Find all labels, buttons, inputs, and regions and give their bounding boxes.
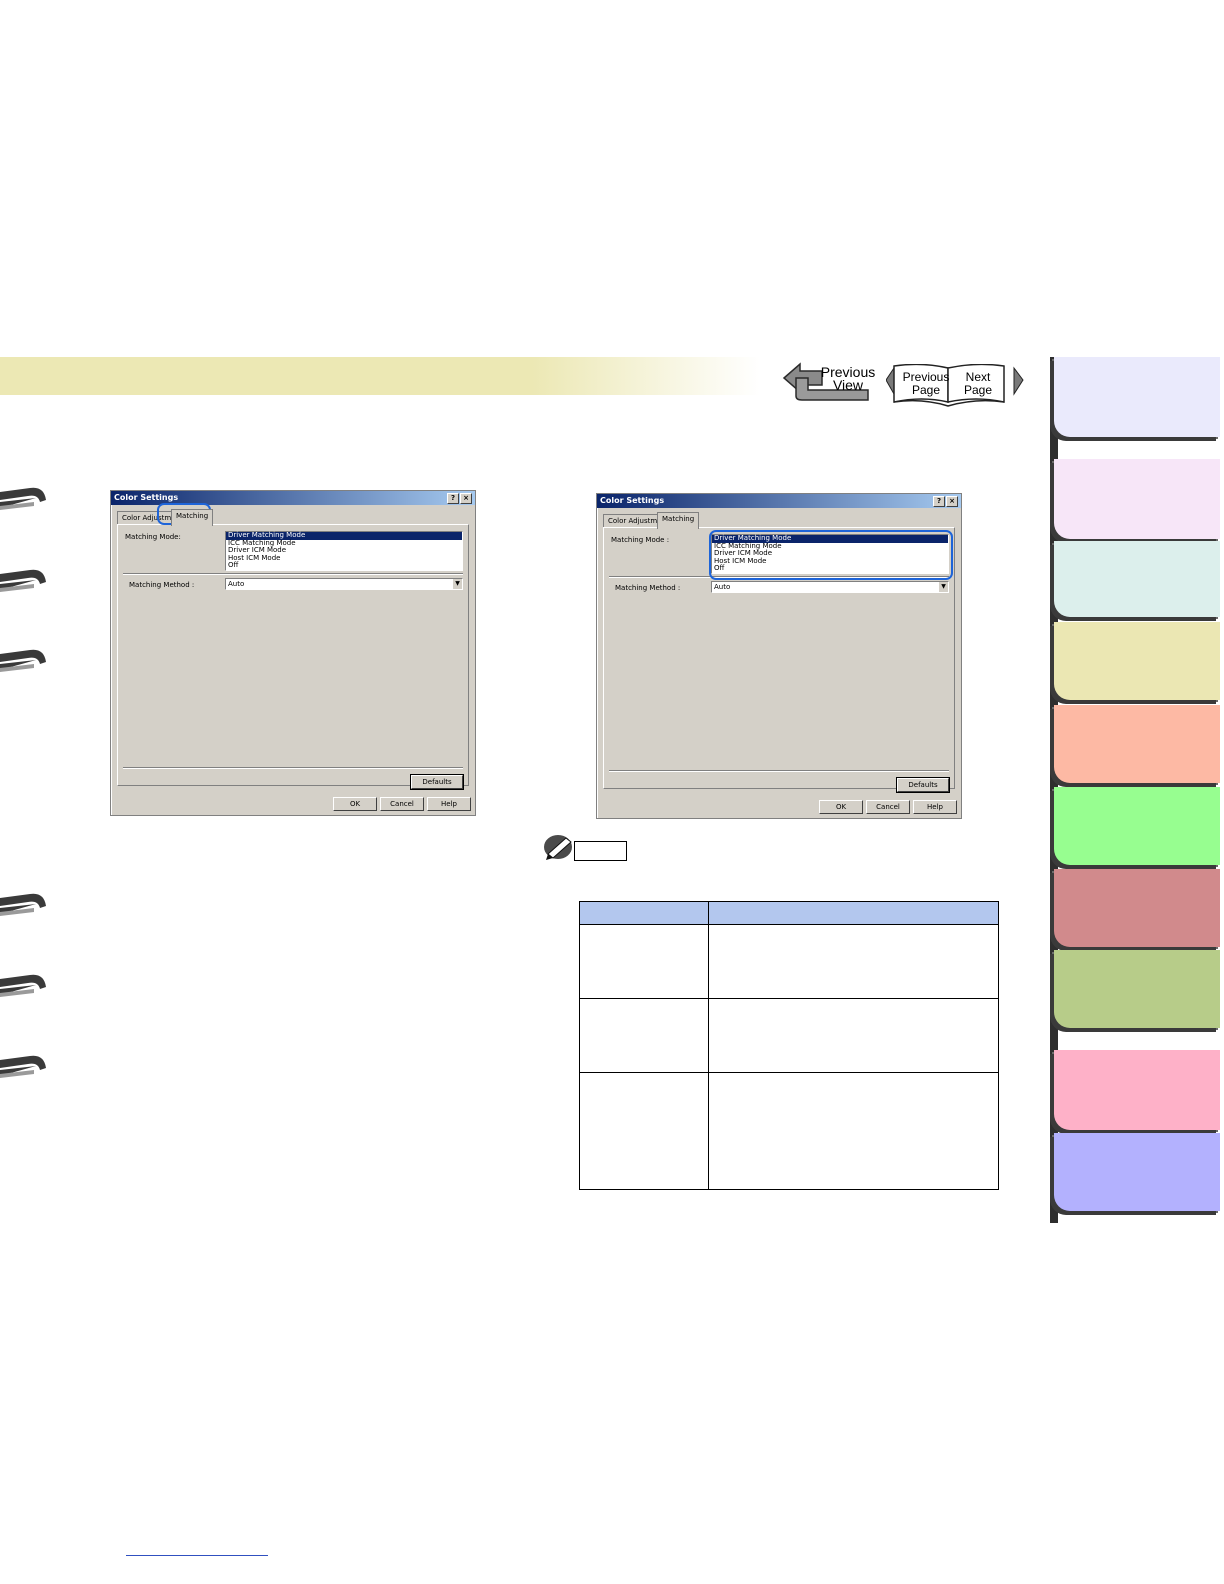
info-table [579,901,999,1190]
table-row [579,998,999,1073]
table-cell [708,924,999,999]
matching-method-value: Auto [714,583,731,591]
help-button[interactable]: Help [427,797,471,811]
matching-mode-label: Matching Mode: [125,533,181,541]
matching-mode-highlight [709,530,953,580]
matching-method-label: Matching Method : [615,584,681,592]
margin-tab-6[interactable] [0,1048,50,1088]
dialog-title: Color Settings [114,493,179,502]
chevron-down-icon[interactable]: ▼ [453,579,462,589]
side-tab-2[interactable] [1054,459,1220,539]
side-tab-3[interactable] [1054,541,1220,617]
table-cell [579,924,709,999]
side-tab-6[interactable] [1054,787,1220,865]
previous-page-label-line2: Page [911,383,941,397]
tab-matching[interactable]: Matching [657,512,700,529]
table-row [579,924,999,999]
previous-page-button[interactable]: Previous Page [902,371,950,397]
previous-view-button[interactable]: Previous View [782,362,878,406]
close-icon[interactable]: × [460,493,472,504]
color-settings-dialog-left: Color Settings ? × Color Adjustment Matc… [110,490,476,816]
next-page-label-line2: Page [963,383,993,397]
table-cell [708,998,999,1073]
close-icon[interactable]: × [946,496,958,507]
separator [123,767,463,769]
matching-method-select[interactable]: Auto ▼ [225,578,463,590]
margin-tab-4[interactable] [0,886,50,926]
page-navigation: Previous Page Next Page [886,364,1026,412]
matching-method-value: Auto [228,580,245,588]
cancel-button[interactable]: Cancel [380,797,424,811]
matching-method-select[interactable]: Auto ▼ [711,581,949,593]
table-header-cell [708,901,999,925]
help-icon[interactable]: ? [933,496,945,507]
dialog-title-bar: Color Settings ? × [597,494,961,508]
next-page-button[interactable]: Next Page [954,371,1002,397]
previous-view-label-line2: View [832,377,864,393]
footer-link[interactable] [126,1555,268,1556]
defaults-button[interactable]: Defaults [410,774,464,790]
side-tab-4[interactable] [1054,622,1220,700]
side-tab-10[interactable] [1054,1133,1220,1211]
chevron-down-icon[interactable]: ▼ [939,582,948,592]
side-tab-8[interactable] [1054,950,1220,1028]
separator [609,770,949,772]
header-band [0,357,760,395]
matching-mode-label: Matching Mode : [611,536,670,544]
side-tab-7[interactable] [1054,869,1220,947]
side-tab-1[interactable] [1054,357,1220,437]
margin-tab-5[interactable] [0,967,50,1007]
ok-button[interactable]: OK [333,797,377,811]
margin-tab-2[interactable] [0,562,50,602]
table-header-cell [579,901,709,925]
table-cell [579,1072,709,1190]
mode-option[interactable]: Off [226,561,462,570]
table-cell [579,998,709,1073]
tab-matching[interactable]: Matching [171,509,214,526]
help-button[interactable]: Help [913,800,957,814]
table-row [579,1072,999,1190]
side-tab-5[interactable] [1054,705,1220,783]
dialog-title: Color Settings [600,496,665,505]
table-header-row [579,901,999,925]
table-cell [708,1072,999,1190]
cancel-button[interactable]: Cancel [866,800,910,814]
help-icon[interactable]: ? [447,493,459,504]
margin-tab-1[interactable] [0,480,50,520]
separator [123,573,463,575]
defaults-button[interactable]: Defaults [896,777,950,793]
ok-button[interactable]: OK [819,800,863,814]
note-label-box [574,841,627,861]
note-icon [542,832,628,862]
mode-option[interactable]: Host ICM Mode [226,554,462,563]
matching-mode-listbox[interactable]: Driver Matching Mode ICC Matching Mode D… [225,531,463,571]
margin-tab-3[interactable] [0,642,50,682]
matching-method-label: Matching Method : [129,581,195,589]
color-settings-dialog-right: Color Settings ? × Color Adjustment Matc… [596,493,962,819]
side-tab-9[interactable] [1054,1050,1220,1130]
